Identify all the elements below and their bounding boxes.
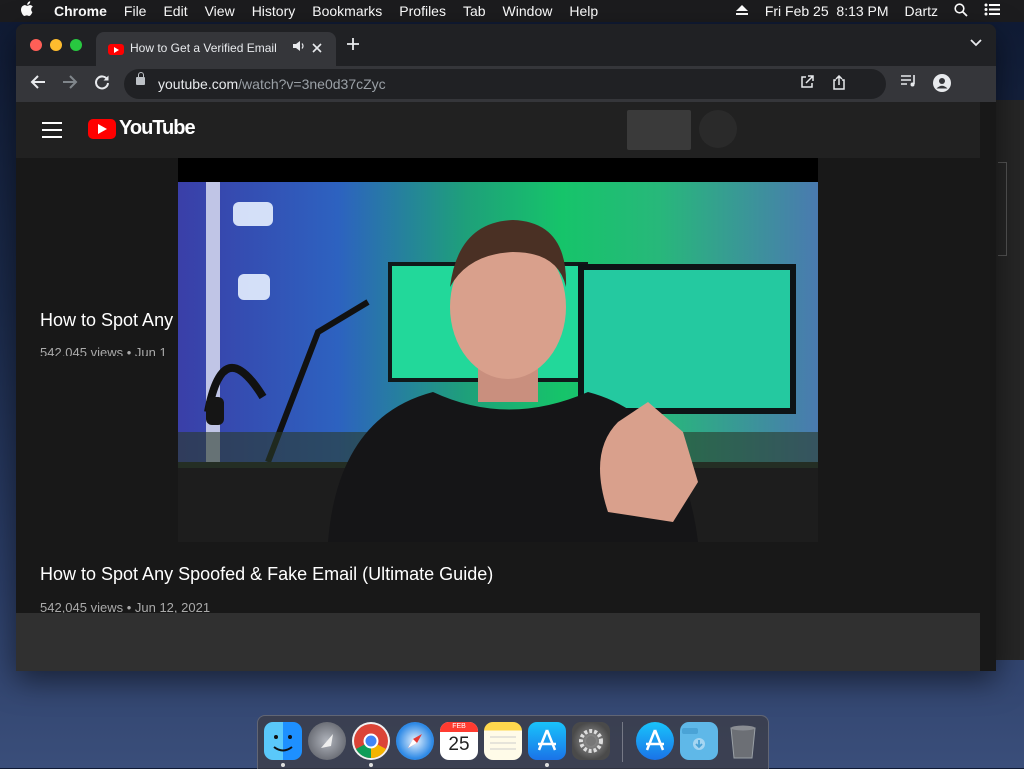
new-tab-button[interactable] — [346, 34, 360, 57]
apple-icon[interactable] — [20, 1, 38, 21]
profile-avatar-icon[interactable] — [933, 74, 951, 96]
url-path: /watch?v=3ne0d37cZyc — [238, 76, 386, 92]
launchpad-icon[interactable] — [308, 722, 346, 760]
eject-icon[interactable] — [735, 3, 749, 19]
menu-bar-status: Fri Feb 25 8:13 PM Dartz — [735, 0, 1024, 22]
finder-icon[interactable] — [264, 722, 302, 760]
running-indicator — [369, 763, 373, 767]
menu-profiles[interactable]: Profiles — [399, 3, 446, 19]
forward-arrow-icon[interactable] — [62, 74, 78, 93]
menu-tab[interactable]: Tab — [463, 3, 486, 19]
video-meta-behind: 542,045 views • Jun 1 — [40, 345, 167, 360]
zoom-window-button[interactable] — [70, 39, 82, 51]
youtube-page: YouTube How to Spot Any 542,045 views • … — [16, 102, 996, 671]
notes-icon[interactable] — [484, 722, 522, 760]
back-arrow-icon[interactable] — [30, 74, 46, 93]
tab-youtube[interactable]: How to Get a Verified Email — [96, 32, 336, 66]
youtube-header: YouTube — [16, 102, 980, 158]
dock-divider — [622, 722, 623, 762]
lock-icon[interactable] — [136, 72, 145, 85]
menu-view[interactable]: View — [205, 3, 235, 19]
spotlight-search-icon[interactable] — [954, 2, 968, 20]
open-in-app-icon[interactable] — [800, 75, 814, 92]
app-store-downloads-icon[interactable] — [636, 722, 674, 760]
calendar-day: 25 — [448, 734, 470, 755]
minimize-window-button[interactable] — [50, 39, 62, 51]
video-player[interactable] — [178, 158, 818, 542]
calendar-icon[interactable]: FEB 25 — [440, 722, 478, 760]
chrome-icon[interactable] — [352, 722, 390, 760]
url-text[interactable]: youtube.com/watch?v=3ne0d37cZyc — [158, 76, 386, 92]
share-icon[interactable] — [832, 74, 846, 93]
address-bar[interactable]: youtube.com/watch?v=3ne0d37cZyc — [124, 69, 886, 99]
youtube-logo-text[interactable]: YouTube — [119, 117, 196, 140]
speaker-icon[interactable] — [292, 40, 305, 55]
running-indicator — [545, 763, 549, 767]
menu-bookmarks[interactable]: Bookmarks — [312, 3, 382, 19]
close-window-button[interactable] — [30, 39, 42, 51]
reload-icon[interactable] — [94, 74, 110, 93]
system-preferences-gear-icon[interactable] — [572, 722, 610, 760]
tab-title: How to Get a Verified Email — [130, 41, 277, 55]
video-title: How to Spot Any Spoofed & Fake Email (Ul… — [40, 564, 494, 584]
menu-help[interactable]: Help — [569, 3, 598, 19]
safari-icon[interactable] — [396, 722, 434, 760]
dock: FEB 25 — [257, 715, 769, 769]
chrome-window: How to Get a Verified Email youtube.com/… — [16, 24, 996, 671]
hamburger-menu-icon[interactable] — [42, 122, 62, 143]
trash-icon[interactable] — [724, 722, 762, 760]
background-window-frame — [998, 162, 1007, 256]
clock[interactable]: Fri Feb 25 8:13 PM — [765, 3, 889, 19]
running-indicator — [281, 763, 285, 767]
window-controls — [30, 39, 90, 51]
close-tab-icon[interactable] — [312, 38, 322, 58]
header-placeholder-box — [627, 110, 691, 150]
menu-app-chrome[interactable]: Chrome — [54, 3, 107, 19]
user-name[interactable]: Dartz — [905, 3, 938, 19]
app-store-icon[interactable] — [528, 722, 566, 760]
youtube-favicon-icon — [108, 44, 124, 55]
browser-toolbar: youtube.com/watch?v=3ne0d37cZyc — [16, 66, 996, 102]
video-frame — [178, 182, 818, 542]
media-controls-icon[interactable] — [900, 74, 918, 92]
calendar-month: FEB — [440, 722, 478, 732]
menu-window[interactable]: Window — [503, 3, 553, 19]
downloads-folder-icon[interactable] — [680, 722, 718, 760]
tab-strip: How to Get a Verified Email — [16, 24, 996, 66]
background-window — [996, 100, 1024, 660]
header-placeholder-avatar — [699, 110, 737, 148]
url-host: youtube.com — [158, 76, 239, 92]
youtube-logo-icon[interactable] — [88, 119, 116, 139]
video-title-behind: How to Spot Any — [40, 310, 174, 330]
menu-history[interactable]: History — [252, 3, 296, 19]
control-center-icon[interactable] — [984, 3, 1000, 19]
bottom-panel — [16, 613, 980, 671]
menu-file[interactable]: File — [124, 3, 147, 19]
menu-edit[interactable]: Edit — [163, 3, 187, 19]
menu-bar: Chrome File Edit View History Bookmarks … — [0, 0, 1024, 22]
tab-search-chevron-down-icon[interactable] — [970, 36, 982, 50]
